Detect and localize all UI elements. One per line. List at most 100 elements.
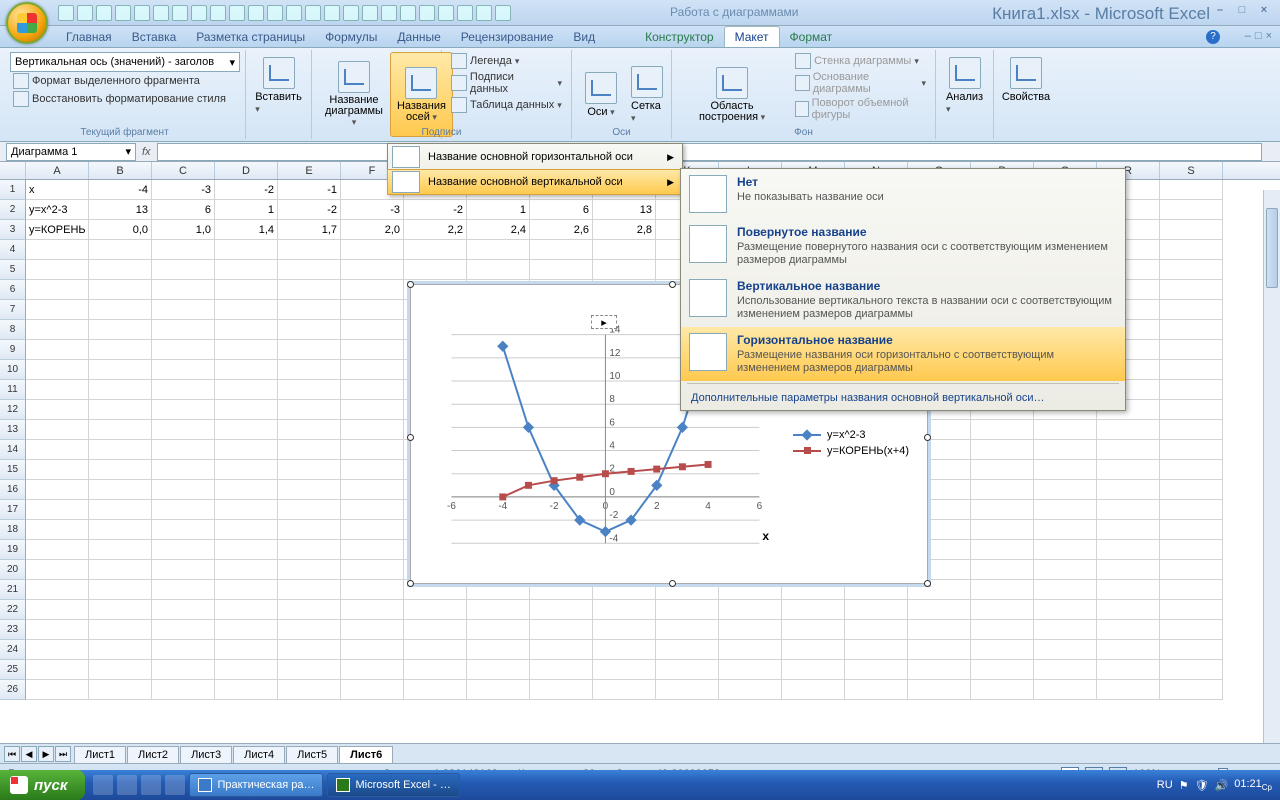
cell[interactable]: 6 bbox=[152, 200, 215, 220]
row-header[interactable]: 20 bbox=[0, 560, 26, 580]
cell[interactable] bbox=[215, 600, 278, 620]
row-header[interactable]: 5 bbox=[0, 260, 26, 280]
cell[interactable] bbox=[530, 600, 593, 620]
cell[interactable] bbox=[656, 660, 719, 680]
cell[interactable] bbox=[782, 640, 845, 660]
cell[interactable] bbox=[971, 640, 1034, 660]
cell[interactable] bbox=[719, 600, 782, 620]
cell[interactable] bbox=[26, 540, 89, 560]
cell[interactable] bbox=[278, 440, 341, 460]
qat-icon[interactable] bbox=[248, 5, 264, 21]
cell[interactable] bbox=[152, 380, 215, 400]
cell[interactable] bbox=[971, 580, 1034, 600]
cell[interactable] bbox=[215, 320, 278, 340]
cell[interactable] bbox=[908, 640, 971, 660]
quicklaunch-icon[interactable] bbox=[165, 775, 185, 795]
cell[interactable] bbox=[152, 540, 215, 560]
cell[interactable] bbox=[89, 300, 152, 320]
cell[interactable] bbox=[152, 460, 215, 480]
cell[interactable] bbox=[341, 400, 404, 420]
cell[interactable] bbox=[152, 280, 215, 300]
cell[interactable] bbox=[341, 640, 404, 660]
cell[interactable] bbox=[341, 600, 404, 620]
cell[interactable] bbox=[215, 380, 278, 400]
cell[interactable] bbox=[1160, 220, 1223, 240]
qat-icon[interactable] bbox=[172, 5, 188, 21]
cell[interactable] bbox=[89, 380, 152, 400]
row-header[interactable]: 6 bbox=[0, 280, 26, 300]
cell[interactable] bbox=[1034, 620, 1097, 640]
cell[interactable] bbox=[1097, 660, 1160, 680]
col-header[interactable]: E bbox=[278, 162, 341, 179]
cell[interactable] bbox=[89, 280, 152, 300]
cell[interactable] bbox=[89, 420, 152, 440]
cell[interactable] bbox=[845, 640, 908, 660]
cell[interactable] bbox=[782, 620, 845, 640]
cell[interactable] bbox=[89, 360, 152, 380]
cell[interactable] bbox=[1034, 600, 1097, 620]
cell[interactable] bbox=[278, 300, 341, 320]
cell[interactable]: 2,0 bbox=[341, 220, 404, 240]
sheet-tab[interactable]: Лист2 bbox=[127, 746, 179, 763]
cell[interactable] bbox=[404, 680, 467, 700]
qat-icon[interactable] bbox=[495, 5, 511, 21]
qat-icon[interactable] bbox=[191, 5, 207, 21]
cell[interactable] bbox=[1097, 620, 1160, 640]
cell[interactable] bbox=[1160, 660, 1223, 680]
cell[interactable] bbox=[152, 320, 215, 340]
taskbar-task-word[interactable]: Практическая ра… bbox=[189, 773, 323, 797]
cell[interactable] bbox=[26, 400, 89, 420]
cell[interactable] bbox=[1097, 480, 1160, 500]
cell[interactable] bbox=[971, 520, 1034, 540]
col-header[interactable]: D bbox=[215, 162, 278, 179]
cell[interactable]: -4 bbox=[89, 180, 152, 200]
properties-button[interactable]: Свойства bbox=[995, 52, 1057, 108]
cell[interactable] bbox=[719, 620, 782, 640]
quicklaunch-icon[interactable] bbox=[117, 775, 137, 795]
cell[interactable] bbox=[1160, 580, 1223, 600]
cell[interactable] bbox=[1034, 580, 1097, 600]
cell[interactable]: 2,2 bbox=[404, 220, 467, 240]
tray-time[interactable]: 01:21Ср bbox=[1234, 778, 1272, 792]
cell[interactable] bbox=[656, 600, 719, 620]
cell[interactable] bbox=[593, 640, 656, 660]
cell[interactable] bbox=[1160, 280, 1223, 300]
cell[interactable] bbox=[152, 400, 215, 420]
cell[interactable] bbox=[1034, 440, 1097, 460]
tab-pagelayout[interactable]: Разметка страницы bbox=[186, 27, 315, 47]
cell[interactable] bbox=[1160, 440, 1223, 460]
cell[interactable] bbox=[89, 680, 152, 700]
cell[interactable] bbox=[467, 680, 530, 700]
cell[interactable] bbox=[278, 460, 341, 480]
cell[interactable] bbox=[26, 480, 89, 500]
tab-nav-next[interactable]: ▶ bbox=[38, 746, 54, 762]
row-header[interactable]: 11 bbox=[0, 380, 26, 400]
cell[interactable] bbox=[278, 600, 341, 620]
close-icon[interactable]: × bbox=[1256, 4, 1272, 16]
cell[interactable] bbox=[152, 560, 215, 580]
cell[interactable] bbox=[152, 620, 215, 640]
axes-button[interactable]: Оси bbox=[578, 52, 624, 137]
cell[interactable] bbox=[152, 580, 215, 600]
reset-style[interactable]: Восстановить форматирование стиля bbox=[10, 90, 239, 108]
cell[interactable] bbox=[26, 560, 89, 580]
cell[interactable] bbox=[1160, 360, 1223, 380]
analysis-button[interactable]: Анализ bbox=[939, 52, 990, 120]
cell[interactable] bbox=[845, 680, 908, 700]
cell[interactable]: 2,6 bbox=[530, 220, 593, 240]
cell[interactable] bbox=[215, 660, 278, 680]
cell[interactable] bbox=[1160, 380, 1223, 400]
cell[interactable] bbox=[1160, 540, 1223, 560]
cell[interactable] bbox=[1097, 680, 1160, 700]
gridlines-button[interactable]: Сетка bbox=[624, 52, 670, 137]
cell[interactable] bbox=[1160, 460, 1223, 480]
cell[interactable] bbox=[908, 660, 971, 680]
cell[interactable]: -1 bbox=[278, 180, 341, 200]
cell[interactable] bbox=[845, 660, 908, 680]
cell[interactable] bbox=[215, 500, 278, 520]
qat-icon[interactable] bbox=[419, 5, 435, 21]
row-header[interactable]: 18 bbox=[0, 520, 26, 540]
cell[interactable] bbox=[215, 340, 278, 360]
tab-view[interactable]: Вид bbox=[563, 27, 605, 47]
qat-icon[interactable] bbox=[457, 5, 473, 21]
